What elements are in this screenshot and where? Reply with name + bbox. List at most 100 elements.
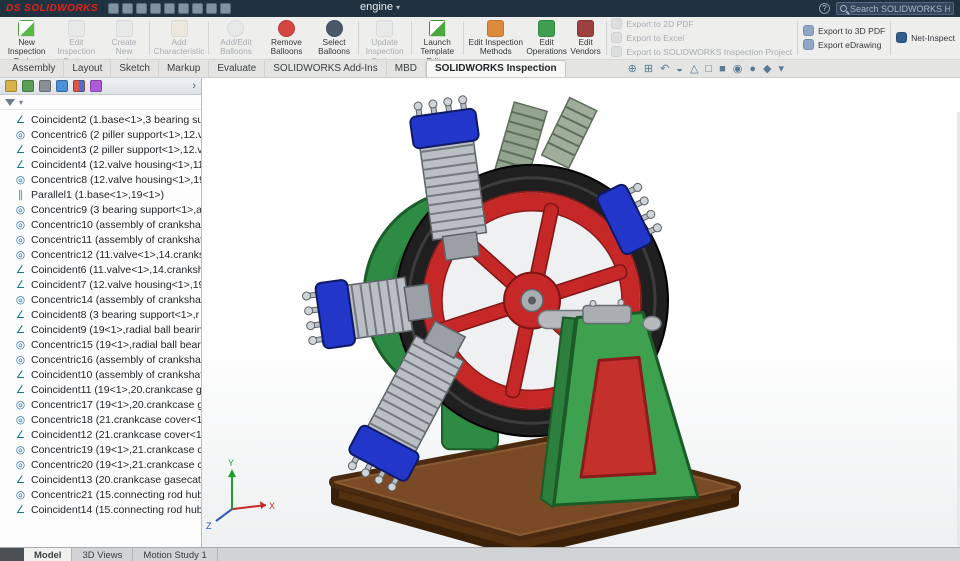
mate-tree-item[interactable]: ∠ Coincident14 (15.connecting rod hub bbox=[14, 502, 201, 517]
tab-solidworks-inspection[interactable]: SOLIDWORKS Inspection bbox=[425, 60, 566, 77]
mate-tree-item[interactable]: ∠ Coincident7 (12.valve housing<1>,19 bbox=[14, 277, 201, 292]
mate-tree-item[interactable]: ◎ Concentric9 (3 bearing support<1>,a bbox=[14, 202, 201, 217]
configurationmanager-icon[interactable] bbox=[39, 80, 51, 92]
new-inspection-project-button[interactable]: New Inspection Project bbox=[2, 18, 51, 59]
edit-appearance-icon[interactable]: ● bbox=[749, 63, 756, 75]
command-tabs: Assembly Layout Sketch Markup Evaluate SOLIDW… bbox=[4, 60, 566, 77]
mate-tree-item[interactable]: ∠ Coincident10 (assembly of crankshaf bbox=[14, 367, 201, 382]
tab-assembly[interactable]: Assembly bbox=[4, 61, 65, 77]
ribbon-separator bbox=[208, 21, 210, 55]
options-icon[interactable] bbox=[220, 3, 232, 14]
view-settings-icon[interactable]: ▾ bbox=[778, 63, 784, 75]
edit-inspection-project-button[interactable]: Edit Inspection Project bbox=[52, 18, 100, 59]
export-2d-pdf-button[interactable]: Export to 2D PDF bbox=[608, 18, 795, 31]
mate-tree-item[interactable]: ◎ Concentric14 (assembly of crankshaf bbox=[14, 292, 201, 307]
hide-show-items-icon[interactable]: ◉ bbox=[733, 63, 743, 75]
net-inspect-button[interactable]: Net-Inspect bbox=[893, 32, 958, 45]
mate-tree-item[interactable]: ∠ Coincident4 (12.valve housing<1>,11 bbox=[14, 157, 201, 172]
annotation-visibility-icon[interactable]: △ bbox=[690, 63, 698, 75]
mate-tree-item[interactable]: ∠ Coincident9 (19<1>,radial ball bearin bbox=[14, 322, 201, 337]
mate-label: Coincident12 (21.crankcase cover<1 bbox=[31, 428, 201, 441]
mate-label: Concentric20 (19<1>,21.crankcase c bbox=[31, 458, 201, 471]
mate-tree-item[interactable]: ◎ Concentric12 (11.valve<1>,14.cranks bbox=[14, 247, 201, 262]
display-style-icon[interactable]: ■ bbox=[719, 63, 726, 75]
export-swi-project-button[interactable]: Export to SOLIDWORKS Inspection Project bbox=[608, 45, 795, 58]
export-edrawing-button[interactable]: Export eDrawing bbox=[800, 39, 888, 52]
previous-view-icon[interactable]: ↶ bbox=[660, 63, 669, 75]
mate-tree-item[interactable]: ◎ Concentric20 (19<1>,21.crankcase c bbox=[14, 457, 201, 472]
ribbon-button-label: Export to Excel bbox=[626, 33, 685, 43]
mate-label: Coincident11 (19<1>,20.crankcase g bbox=[31, 383, 201, 396]
new-document-icon[interactable] bbox=[108, 3, 120, 14]
mate-tree-item[interactable]: ◎ Concentric21 (15.connecting rod hub bbox=[14, 487, 201, 502]
print-icon[interactable] bbox=[150, 3, 162, 14]
section-view-icon[interactable]: ◒ bbox=[676, 63, 683, 75]
propertymanager-icon[interactable] bbox=[22, 80, 34, 92]
mate-tree-item[interactable]: ◎ Concentric10 (assembly of crankshaf bbox=[14, 217, 201, 232]
mate-tree-item[interactable]: ∠ Coincident8 (3 bearing support<1>,r bbox=[14, 307, 201, 322]
mate-tree-item[interactable]: ∠ Coincident13 (20.crankcase gasecat bbox=[14, 472, 201, 487]
tab-motion-study-1[interactable]: Motion Study 1 bbox=[133, 548, 218, 561]
mate-tree-item[interactable]: ◎ Concentric16 (assembly of crankshaf bbox=[14, 352, 201, 367]
mate-tree-item[interactable]: ∠ Coincident12 (21.crankcase cover<1 bbox=[14, 427, 201, 442]
parallel-mate-icon: ∥ bbox=[17, 188, 24, 201]
edit-inspection-methods-button[interactable]: Edit Inspection Methods bbox=[466, 18, 526, 58]
save-icon[interactable] bbox=[136, 3, 148, 14]
update-inspection-project-button[interactable]: Update Inspection Project bbox=[361, 18, 409, 59]
tab-layout[interactable]: Layout bbox=[64, 61, 112, 77]
tab-3d-views[interactable]: 3D Views bbox=[72, 548, 134, 561]
ribbon-button-label: Export to 2D PDF bbox=[626, 19, 694, 30]
add-edit-balloons-button[interactable]: Add/Edit Balloons bbox=[211, 18, 261, 58]
ribbon-separator bbox=[410, 21, 412, 55]
edit-operations-button[interactable]: Edit Operations bbox=[526, 18, 567, 58]
open-icon[interactable] bbox=[122, 3, 134, 14]
add-characteristic-button[interactable]: Add Characteristic bbox=[152, 18, 207, 58]
panel-flyout-arrow-icon[interactable]: › bbox=[192, 80, 196, 92]
zoom-fit-icon[interactable]: ⊕ bbox=[628, 63, 637, 75]
tab-evaluate[interactable]: Evaluate bbox=[209, 61, 266, 77]
search-input[interactable] bbox=[850, 3, 950, 14]
mate-tree-item[interactable]: ∠ Coincident6 (11.valve<1>,14.cranksh bbox=[14, 262, 201, 277]
tab-solidworks-add-ins[interactable]: SOLIDWORKS Add-Ins bbox=[265, 61, 387, 77]
mate-tree-item[interactable]: ◎ Concentric18 (21.crankcase cover<1 bbox=[14, 412, 201, 427]
apply-scene-icon[interactable]: ◆ bbox=[763, 63, 771, 75]
mate-tree-item[interactable]: ∠ Coincident2 (1.base<1>,3 bearing su bbox=[14, 112, 201, 127]
mate-tree-item[interactable]: ◎ Concentric6 (2 piller support<1>,12.v bbox=[14, 127, 201, 142]
tab-model[interactable]: Model bbox=[24, 548, 73, 561]
zoom-area-icon[interactable]: ⊞ bbox=[644, 63, 653, 75]
create-new-template-button[interactable]: Create New template bbox=[101, 18, 147, 59]
select-balloons-button[interactable]: Select Balloons bbox=[312, 18, 356, 58]
mate-tree-item[interactable]: ∠ Coincident3 (2 piller support<1>,12.v bbox=[14, 142, 201, 157]
file-properties-icon[interactable] bbox=[206, 3, 218, 14]
mate-tree-item[interactable]: ◎ Concentric11 (assembly of crankshaf bbox=[14, 232, 201, 247]
tab-sketch[interactable]: Sketch bbox=[111, 61, 159, 77]
displaymanager-icon[interactable] bbox=[73, 80, 85, 92]
mate-tree-item[interactable]: ◎ Concentric8 (12.valve housing<1>,19 bbox=[14, 172, 201, 187]
mate-tree-item[interactable]: ∥ Parallel1 (1.base<1>,19<1>) bbox=[14, 187, 201, 202]
view-orientation-icon[interactable]: □ bbox=[705, 63, 712, 75]
mate-tree-item[interactable]: ◎ Concentric15 (19<1>,radial ball bear bbox=[14, 337, 201, 352]
edit-vendors-button[interactable]: Edit Vendors bbox=[568, 18, 604, 58]
redo-icon[interactable] bbox=[178, 3, 190, 14]
document-menu-caret-icon[interactable]: ▾ bbox=[396, 3, 400, 12]
remove-balloons-button[interactable]: Remove Balloons bbox=[262, 18, 311, 58]
mate-tree-item[interactable]: ∠ Coincident11 (19<1>,20.crankcase g bbox=[14, 382, 201, 397]
mate-tree-item[interactable]: ◎ Concentric17 (19<1>,20.crankcase g bbox=[14, 397, 201, 412]
tab-mbd[interactable]: MBD bbox=[387, 61, 426, 77]
export-excel-button[interactable]: Export to Excel bbox=[608, 32, 795, 45]
mate-tree-item[interactable]: ◎ Concentric19 (19<1>,21.crankcase c bbox=[14, 442, 201, 457]
filter-caret-icon[interactable]: ▾ bbox=[19, 98, 23, 107]
tab-markup[interactable]: Markup bbox=[159, 61, 210, 77]
export-3d-pdf-button[interactable]: Export to 3D PDF bbox=[800, 25, 888, 38]
concentric-mate-icon: ◎ bbox=[15, 293, 26, 306]
filter-icon[interactable] bbox=[5, 98, 15, 106]
viewport-3d[interactable]: X Y Z bbox=[202, 78, 960, 547]
launch-template-editor-button[interactable]: Launch Template Editor bbox=[413, 18, 461, 59]
inspection-tab-icon[interactable] bbox=[90, 80, 102, 92]
dimxpertmanager-icon[interactable] bbox=[56, 80, 68, 92]
featuremanager-tree-icon[interactable] bbox=[5, 80, 17, 92]
undo-icon[interactable] bbox=[164, 3, 176, 14]
rebuild-icon[interactable] bbox=[192, 3, 204, 14]
help-icon[interactable]: ? bbox=[819, 3, 830, 14]
solidworks-logo: DS SOLIDWORKS bbox=[6, 3, 99, 14]
